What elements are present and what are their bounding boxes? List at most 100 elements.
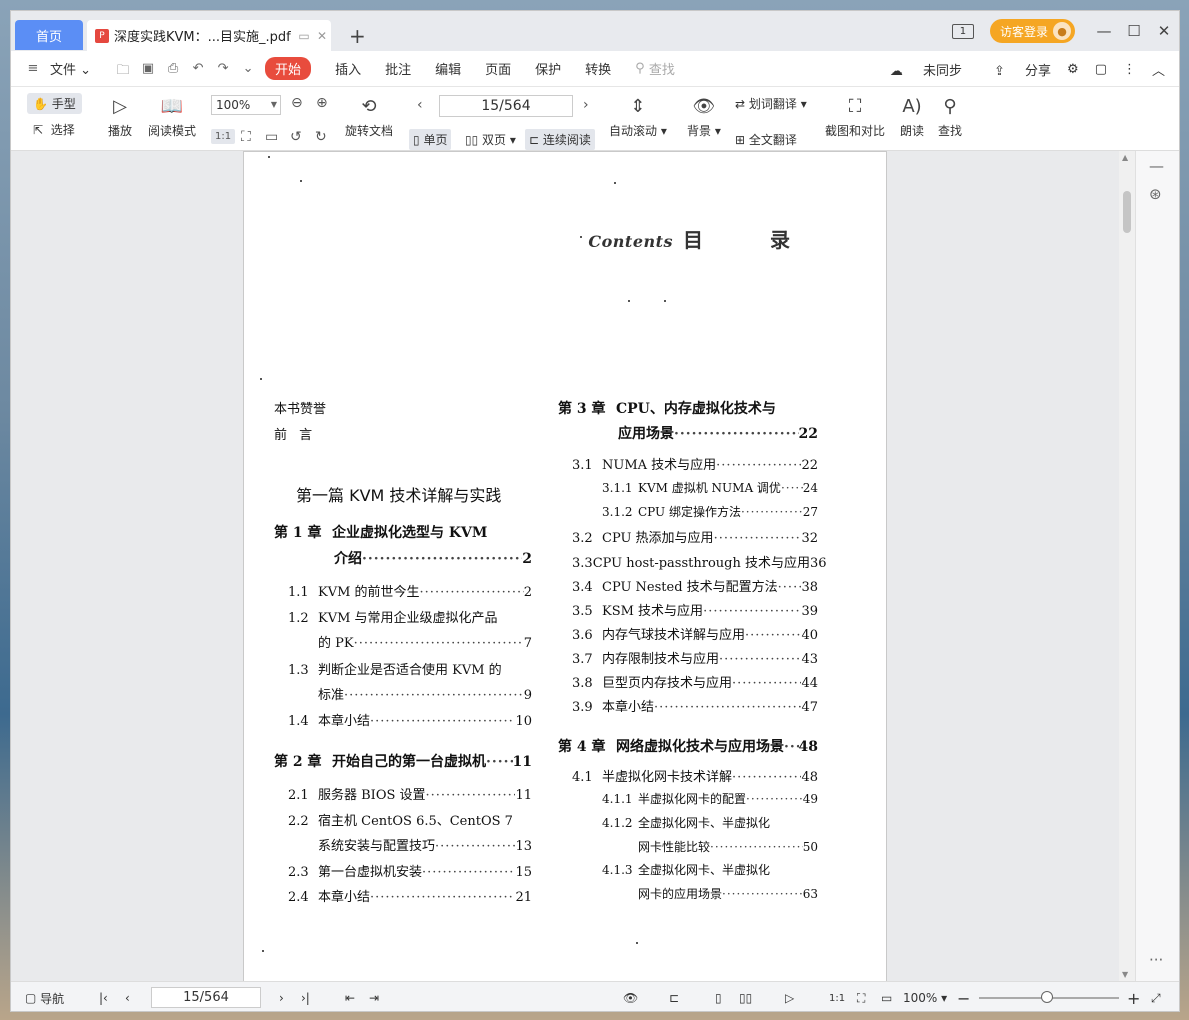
toc-entry[interactable]: 3.6 内存气球技术详解与应用··························…: [572, 624, 818, 643]
scroll-down-icon[interactable]: ▼: [1122, 970, 1128, 979]
file-menu[interactable]: 文件 ⌄: [50, 59, 91, 78]
scroll-up-icon[interactable]: ▲: [1122, 153, 1128, 162]
maximize-icon[interactable]: ☐: [1119, 22, 1149, 40]
toc-entry[interactable]: 的 PK····································…: [318, 632, 532, 651]
double-page-status-icon[interactable]: ▯▯: [739, 982, 752, 1011]
rotate-doc-button[interactable]: ⟲ 旋转文档: [345, 93, 393, 139]
select-tool-button[interactable]: ⇱ 选择: [33, 121, 75, 138]
toc-entry[interactable]: 前 言: [274, 424, 532, 443]
zoom-slider[interactable]: [979, 991, 1119, 1003]
zoom-in-status-icon[interactable]: +: [1127, 982, 1140, 1011]
play-status-icon[interactable]: ▷: [785, 982, 794, 1011]
collapse-icon[interactable]: ︿: [1152, 60, 1165, 79]
zoom-out-status-icon[interactable]: −: [957, 982, 970, 1011]
single-page-button[interactable]: ▯ 单页: [409, 129, 452, 150]
menu-convert[interactable]: 转换: [585, 59, 611, 78]
customize-icon[interactable]: ⌄: [240, 61, 256, 77]
toc-entry[interactable]: 第一篇 KVM 技术详解与实践: [296, 482, 532, 506]
fit-width-icon[interactable]: ▭: [265, 129, 278, 145]
full-translate-button[interactable]: ⊞ 全文翻译: [735, 131, 797, 148]
document-tab[interactable]: P 深度实践KVM：...目实施_.pdf ▭ ✕: [87, 20, 331, 51]
forward-view-icon[interactable]: ⇥: [369, 982, 379, 1011]
toc-entry[interactable]: 4.1.1 半虚拟化网卡的配置··························…: [602, 790, 818, 807]
menu-page[interactable]: 页面: [485, 59, 511, 78]
next-page-status-icon[interactable]: ›: [279, 982, 284, 1011]
double-page-button[interactable]: ▯▯ 双页 ▾: [465, 131, 516, 148]
toc-entry[interactable]: 2.1 服务器 BIOS 设置··························…: [288, 784, 532, 803]
toc-entry[interactable]: 网卡性能比较··································…: [638, 838, 818, 855]
word-translate-button[interactable]: ⇄ 划词翻译 ▾: [735, 95, 807, 112]
toc-entry[interactable]: 本书赞誉: [274, 398, 532, 417]
hand-tool-button[interactable]: ✋ 手型: [27, 93, 82, 114]
zoom-select[interactable]: 100% ▼: [211, 95, 281, 115]
menu-search[interactable]: ⚲ 查找: [635, 59, 675, 78]
toc-entry[interactable]: 4.1.3 全虚拟化网卡、半虚拟化: [602, 861, 818, 878]
toc-entry[interactable]: 3.9 本章小结·································…: [572, 696, 818, 715]
close-window-icon[interactable]: ✕: [1149, 22, 1179, 40]
zoom-slider-knob[interactable]: [1041, 991, 1053, 1003]
toc-entry[interactable]: 标准······································…: [318, 684, 532, 703]
sync-status[interactable]: ☁ 未同步: [874, 60, 962, 79]
menu-annotate[interactable]: 批注: [385, 59, 411, 78]
zoom-out-icon[interactable]: ⊖: [291, 95, 303, 111]
rotate-left-icon[interactable]: ↺: [290, 129, 302, 145]
single-page-status-icon[interactable]: ▯: [715, 982, 722, 1011]
window-count-icon[interactable]: 1: [951, 23, 974, 39]
page-number-input[interactable]: 15/564: [439, 95, 573, 117]
continuous-status-icon[interactable]: ⊏: [669, 982, 679, 1011]
toc-entry[interactable]: 3.1.2 CPU 绑定操作方法·························…: [602, 503, 818, 520]
undo-icon[interactable]: ↶: [190, 61, 206, 77]
status-zoom-select[interactable]: 100% ▾: [903, 982, 947, 1011]
toc-entry[interactable]: 3.1.1 KVM 虚拟机 NUMA 调优····················…: [602, 479, 818, 496]
prev-page-icon[interactable]: ‹: [417, 97, 423, 113]
settings-icon[interactable]: ⚙: [1067, 62, 1079, 77]
actual-size-icon[interactable]: 1:1: [211, 129, 236, 144]
last-page-icon[interactable]: ›|: [301, 982, 310, 1011]
start-tab[interactable]: 开始: [265, 57, 312, 80]
next-page-icon[interactable]: ›: [583, 97, 589, 113]
fit-width-status-icon[interactable]: ▭: [881, 982, 892, 1011]
toc-entry[interactable]: 介绍······································…: [334, 548, 532, 568]
share-button[interactable]: ⇪ 分享: [978, 60, 1051, 79]
sidebar-more-icon[interactable]: ···: [1149, 951, 1163, 969]
sidebar-translate-icon[interactable]: ⊛: [1149, 185, 1162, 203]
comment-icon[interactable]: ▢: [1095, 62, 1107, 77]
fit-page-status-icon[interactable]: ⛶: [857, 982, 865, 1011]
find-button[interactable]: ⚲ 查找: [937, 93, 963, 139]
toc-entry[interactable]: 3.7 内存限制技术与应用····························…: [572, 648, 818, 667]
toc-entry[interactable]: 2.3 第一台虚拟机安装·····························…: [288, 861, 532, 880]
save-icon[interactable]: ▣: [140, 61, 156, 77]
toc-entry[interactable]: 2.4 本章小结·································…: [288, 886, 532, 905]
status-page-input[interactable]: 15/564: [151, 987, 261, 1008]
menu-protect[interactable]: 保护: [535, 59, 561, 78]
toc-entry[interactable]: 1.3 判断企业是否适合使用 KVM 的: [288, 659, 532, 678]
continuous-read-button[interactable]: ⊏ 连续阅读: [525, 129, 595, 150]
menu-edit[interactable]: 编辑: [435, 59, 461, 78]
open-folder-icon[interactable]: 🗀: [115, 61, 131, 78]
toc-entry[interactable]: 1.2 KVM 与常用企业级虚拟化产品: [288, 607, 532, 626]
fit-page-icon[interactable]: ⛶: [241, 129, 251, 145]
toc-entry[interactable]: 3.8 巨型页内存技术与应用···························…: [572, 672, 818, 691]
navigation-button[interactable]: ▢ 导航: [25, 982, 64, 1011]
toc-entry[interactable]: 网卡的应用场景·································…: [638, 885, 818, 902]
menu-insert[interactable]: 插入: [335, 59, 361, 78]
toc-entry[interactable]: 系统安装与配置技巧·······························…: [318, 835, 532, 854]
actual-size-status-icon[interactable]: 1:1: [829, 982, 845, 1011]
eye-protect-icon[interactable]: 👁: [623, 982, 638, 1011]
scrollbar-thumb[interactable]: [1123, 191, 1131, 233]
minimize-icon[interactable]: —: [1089, 22, 1119, 40]
toc-entry[interactable]: 第 2 章开始自己的第一台虚拟机························…: [274, 751, 532, 771]
sidebar-line-icon[interactable]: —: [1149, 157, 1164, 175]
toc-entry[interactable]: 3.3CPU host-passthrough 技术与应用···········…: [572, 552, 827, 571]
toc-entry[interactable]: 2.2 宿主机 CentOS 6.5、CentOS 7: [288, 810, 532, 829]
redo-icon[interactable]: ↷: [215, 61, 231, 77]
close-tab-icon[interactable]: ✕: [313, 29, 331, 43]
zoom-in-icon[interactable]: ⊕: [316, 95, 328, 111]
hamburger-icon[interactable]: ≡: [25, 61, 41, 77]
monitor-icon[interactable]: ▭: [295, 29, 313, 43]
back-view-icon[interactable]: ⇤: [345, 982, 355, 1011]
more-icon[interactable]: ⋮: [1123, 62, 1136, 77]
background-button[interactable]: 👁 背景 ▾: [687, 93, 721, 139]
toc-entry[interactable]: 第 1 章企业虚拟化选型与 KVM: [274, 522, 532, 542]
print-icon[interactable]: ⎙: [165, 61, 181, 77]
